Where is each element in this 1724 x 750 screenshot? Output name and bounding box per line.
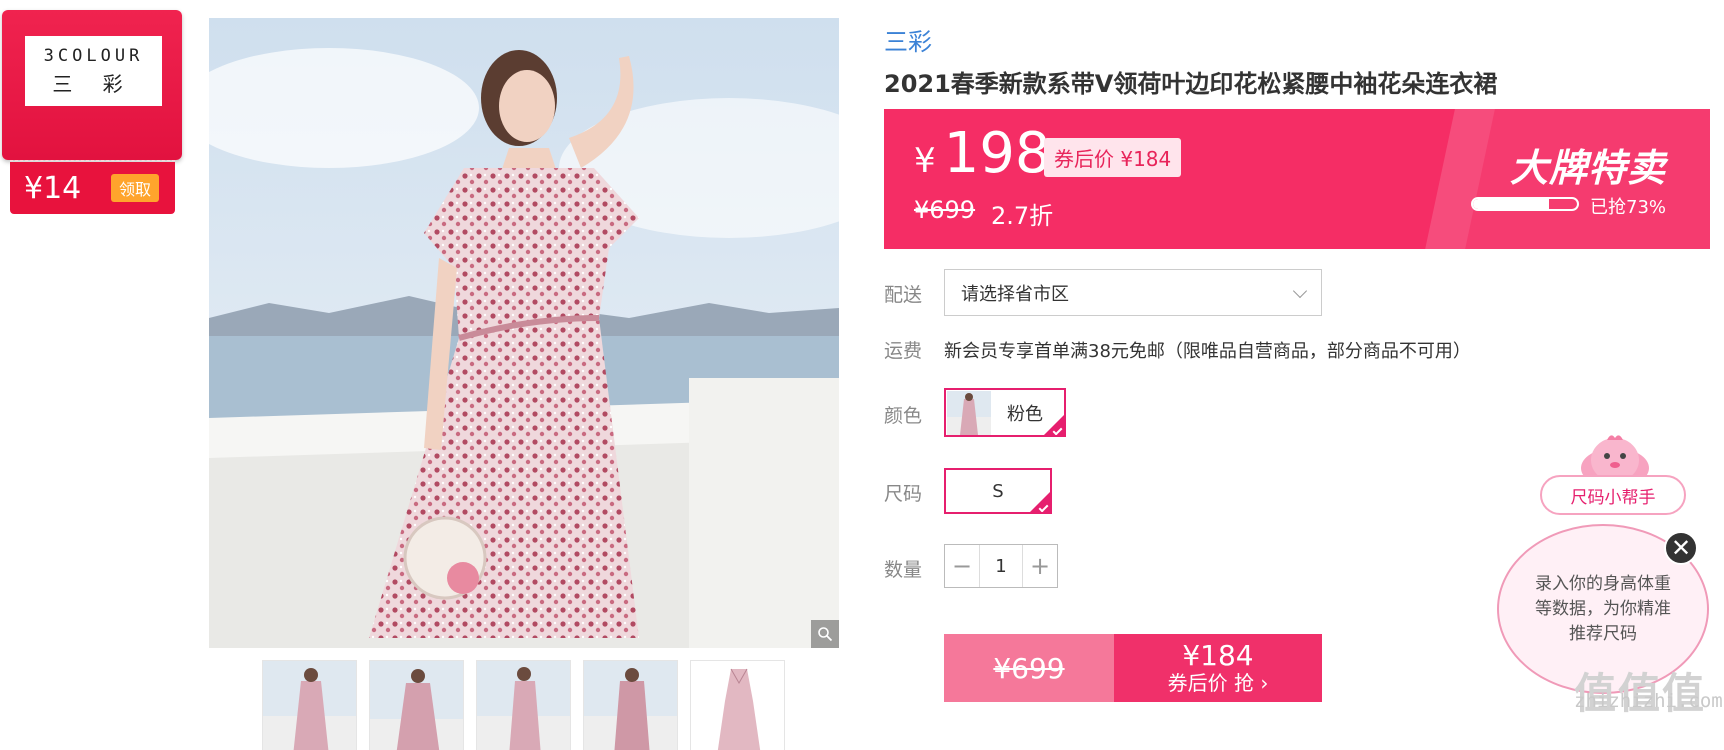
discount-label: 2.7折 (991, 202, 1054, 230)
store-coupon[interactable]: ¥14 领取 (10, 162, 175, 214)
after-coupon-tag: 券后价 ¥184 (1044, 138, 1182, 177)
watermark-url: zhizhizhi.com (1574, 690, 1723, 712)
product-photo (209, 18, 839, 648)
quantity-label: 数量 (884, 559, 923, 581)
delivery-label: 配送 (884, 284, 923, 306)
thumbnail-strip (262, 660, 785, 750)
coupon-amount: ¥14 (24, 170, 82, 206)
region-select[interactable]: 请选择省市区 (944, 269, 1322, 316)
original-price: ¥699 (914, 196, 976, 224)
thumbnail-2[interactable] (369, 660, 464, 750)
product-title: 2021春季新款系带V领荷叶边印花松紧腰中袖花朵连衣裙 (884, 70, 1498, 98)
sold-progress-label: 已抢73% (1590, 197, 1667, 218)
sold-progress-bar (1471, 197, 1579, 211)
brand-link[interactable]: 三彩 (884, 22, 932, 57)
original-price-button[interactable]: ¥699 (944, 634, 1114, 702)
promo-title: 大牌特卖 (1509, 146, 1666, 190)
price-banner: ¥ 198 券后价 ¥184 ¥699 2.7折 大牌特卖 已抢73% (884, 109, 1710, 249)
shipping-info: 新会员专享首单满38元免邮（限唯品自营商品，部分商品不可用） (944, 341, 1471, 362)
size-label: 尺码 (884, 483, 923, 505)
thumbnail-3[interactable] (476, 660, 571, 750)
thumbnail-1[interactable] (262, 660, 357, 750)
color-option-pink[interactable]: 粉色 (944, 388, 1066, 437)
thumbnail-4[interactable] (583, 660, 678, 750)
brand-logo-cn: 三 彩 (52, 71, 135, 96)
coupon-divider (10, 160, 175, 161)
close-icon[interactable]: ✕ (1664, 531, 1698, 565)
increase-quantity-button[interactable]: + (1023, 545, 1057, 587)
brand-logo: 3COLOUR 三 彩 (25, 36, 162, 106)
size-option-s[interactable]: S (944, 468, 1052, 514)
quantity-value[interactable]: 1 (979, 545, 1023, 587)
price-value: 198 (943, 121, 1051, 186)
brand-logo-en: 3COLOUR (43, 45, 144, 66)
size-helper-button[interactable]: 尺码小帮手 (1540, 475, 1686, 515)
color-option-label: 粉色 (1007, 403, 1043, 425)
shipping-label: 运费 (884, 340, 923, 362)
buy-action-label: 券后价 抢 › (1167, 671, 1269, 695)
region-select-value: 请选择省市区 (961, 283, 1069, 305)
claim-coupon-button[interactable]: 领取 (110, 174, 159, 202)
chevron-down-icon (1292, 283, 1308, 298)
sold-progress-fill (1473, 199, 1549, 209)
zoom-icon[interactable] (811, 620, 839, 648)
size-helper-message: 录入你的身高体重等数据，为你精准推荐尺码 (1535, 573, 1671, 644)
decrease-quantity-button[interactable]: − (945, 545, 979, 587)
currency-symbol: ¥ (914, 141, 936, 181)
thumbnail-5[interactable] (690, 660, 785, 750)
current-price: ¥ 198 (914, 121, 1051, 186)
quantity-stepper: − 1 + (944, 544, 1058, 588)
brand-card[interactable]: 3COLOUR 三 彩 (2, 10, 182, 160)
buy-now-button[interactable]: ¥184 券后价 抢 › (1114, 634, 1322, 702)
size-option-label: S (992, 480, 1004, 502)
main-product-image[interactable] (209, 18, 839, 648)
color-swatch-image (947, 390, 991, 435)
buy-price: ¥184 (1182, 639, 1254, 672)
color-label: 颜色 (884, 405, 923, 427)
